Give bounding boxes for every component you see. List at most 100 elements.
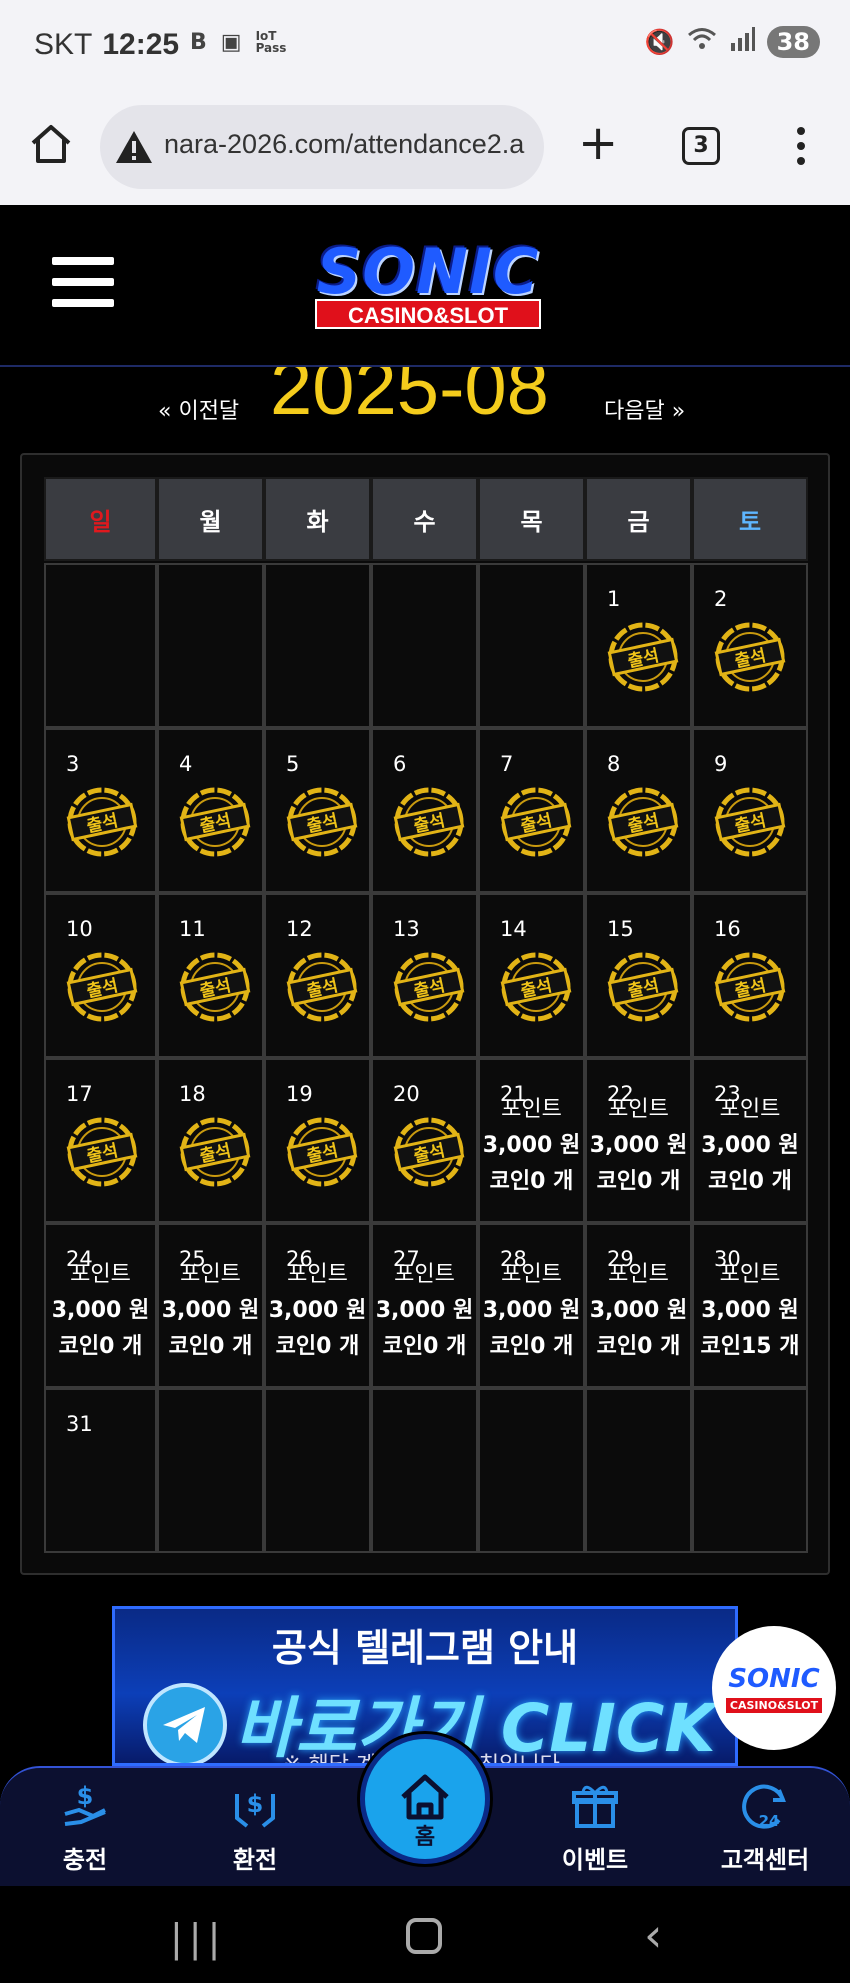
- day-number: 25: [179, 1247, 206, 1271]
- weekday-fri: 금: [585, 477, 692, 561]
- android-home-button[interactable]: [406, 1918, 442, 1954]
- calendar-day-cell[interactable]: 3 출석: [44, 728, 157, 893]
- calendar-empty-cell: [44, 563, 157, 728]
- float-logo-subtitle: CASINO&SLOT: [726, 1698, 822, 1713]
- calendar-empty-cell: [264, 563, 371, 728]
- reward-point-label: 포인트: [501, 1262, 562, 1287]
- nav-event[interactable]: 이벤트: [530, 1780, 660, 1875]
- reward-coin-amount: 코인0 개: [489, 1334, 574, 1359]
- back-button[interactable]: ‹: [644, 1908, 662, 1962]
- wifi-icon: [687, 27, 717, 57]
- nav-event-label: 이벤트: [561, 1846, 629, 1874]
- calendar-day-cell[interactable]: 7 출석: [478, 728, 585, 893]
- nav-withdraw[interactable]: $ 환전: [190, 1780, 320, 1875]
- calendar-day-cell[interactable]: 포인트 3,000 원 코인0 개 26: [264, 1223, 371, 1388]
- reward-point-amount: 3,000 원: [589, 1298, 688, 1323]
- calendar-day-cell[interactable]: 포인트 3,000 원 코인0 개 24: [44, 1223, 157, 1388]
- calendar-day-cell[interactable]: 5 출석: [264, 728, 371, 893]
- status-carrier: SKT 12:25: [34, 28, 179, 62]
- weekday-sun: 일: [44, 477, 157, 561]
- calendar-day-cell[interactable]: 포인트 3,000 원 코인0 개 29: [585, 1223, 692, 1388]
- day-number: 6: [393, 752, 407, 776]
- warning-icon[interactable]: [114, 129, 154, 165]
- banner-title: 공식 텔레그램 안내: [271, 1626, 579, 1670]
- calendar-day-cell[interactable]: 16 출석: [692, 893, 808, 1058]
- reward-point-amount: 3,000 원: [161, 1298, 260, 1323]
- calendar-day-cell[interactable]: 18 출석: [157, 1058, 264, 1223]
- withdraw-icon: $: [235, 1790, 275, 1828]
- calendar-day-cell[interactable]: 12 출석: [264, 893, 371, 1058]
- next-month-link[interactable]: 다음달 »: [604, 393, 685, 425]
- calendar-empty-cell: [585, 1388, 692, 1553]
- new-tab-button[interactable]: +: [578, 119, 618, 167]
- nav-home-button[interactable]: 홈: [360, 1734, 490, 1864]
- attendance-stamp-icon: 출석: [66, 1117, 138, 1187]
- calendar-day-cell[interactable]: 2 출석: [692, 563, 808, 728]
- day-number: 24: [66, 1247, 93, 1271]
- status-bar: SKT 12:25 B ▣ IoT Pass 🔇 38: [0, 0, 850, 95]
- attendance-stamp-icon: 출석: [607, 952, 679, 1022]
- calendar-day-cell[interactable]: 15 출석: [585, 893, 692, 1058]
- calendar-day-cell[interactable]: 11 출석: [157, 893, 264, 1058]
- reward-coin-amount: 코인0 개: [58, 1334, 143, 1359]
- site-logo[interactable]: SONIC CASINO&SLOT: [293, 235, 563, 335]
- day-number: 3: [66, 752, 80, 776]
- day-reward-info: 포인트 3,000 원 코인0 개: [587, 1257, 690, 1365]
- reward-point-amount: 3,000 원: [701, 1298, 799, 1323]
- calendar-day-cell[interactable]: 포인트 3,000 원 코인0 개 22: [585, 1058, 692, 1223]
- calendar-day-cell[interactable]: 10 출석: [44, 893, 157, 1058]
- day-number: 15: [607, 917, 634, 941]
- day-reward-info: 포인트 3,000 원 코인0 개: [159, 1257, 262, 1365]
- browser-home-button[interactable]: [28, 121, 74, 167]
- nav-support[interactable]: 24 고객센터: [700, 1780, 830, 1875]
- status-system-icons: 🔇 38: [645, 26, 820, 58]
- nav-support-label: 고객센터: [720, 1846, 810, 1874]
- calendar-day-cell[interactable]: 31: [44, 1388, 157, 1553]
- calendar-day-cell[interactable]: 9 출석: [692, 728, 808, 893]
- reward-point-amount: 3,000 원: [482, 1133, 581, 1158]
- calendar-day-cell[interactable]: 4 출석: [157, 728, 264, 893]
- calendar-day-cell[interactable]: 포인트 3,000 원 코인15 개 30: [692, 1223, 808, 1388]
- browser-toolbar: nara-2026.com/attendance2.a + 3: [0, 95, 850, 205]
- iot-pass-icon: IoT Pass: [255, 29, 287, 55]
- calendar-day-cell[interactable]: 8 출석: [585, 728, 692, 893]
- calendar-day-cell[interactable]: 6 출석: [371, 728, 478, 893]
- calendar-day-cell[interactable]: 포인트 3,000 원 코인0 개 23: [692, 1058, 808, 1223]
- attendance-stamp-icon: 출석: [286, 1117, 358, 1187]
- day-reward-info: 포인트 3,000 원 코인0 개: [480, 1092, 583, 1200]
- day-reward-info: 포인트 3,000 원 코인0 개: [46, 1257, 155, 1365]
- calendar-day-cell[interactable]: 포인트 3,000 원 코인0 개 28: [478, 1223, 585, 1388]
- svg-text:$: $: [247, 1790, 264, 1818]
- svg-text:24: 24: [759, 1812, 780, 1830]
- calendar-day-cell[interactable]: 20 출석: [371, 1058, 478, 1223]
- reward-point-amount: 3,000 원: [51, 1298, 150, 1323]
- attendance-stamp-icon: 출석: [66, 952, 138, 1022]
- reward-point-label: 포인트: [719, 1262, 781, 1287]
- calendar-day-cell[interactable]: 포인트 3,000 원 코인0 개 25: [157, 1223, 264, 1388]
- hamburger-menu-icon[interactable]: [52, 257, 114, 320]
- calendar-day-cell[interactable]: 14 출석: [478, 893, 585, 1058]
- nav-deposit[interactable]: $ 충전: [20, 1780, 150, 1875]
- reward-point-amount: 3,000 원: [701, 1133, 799, 1158]
- url-text[interactable]: nara-2026.com/attendance2.a: [164, 129, 524, 160]
- day-number: 9: [714, 752, 728, 776]
- calendar-day-cell[interactable]: 19 출석: [264, 1058, 371, 1223]
- reward-point-label: 포인트: [608, 1262, 669, 1287]
- day-number: 29: [607, 1247, 634, 1271]
- reward-coin-amount: 코인0 개: [382, 1334, 467, 1359]
- day-number: 21: [500, 1082, 527, 1106]
- address-bar[interactable]: nara-2026.com/attendance2.a: [100, 105, 544, 189]
- tab-switcher-button[interactable]: 3: [682, 127, 720, 165]
- browser-menu-button[interactable]: [786, 123, 816, 169]
- prev-month-link[interactable]: « 이전달: [158, 393, 239, 425]
- calendar-day-cell[interactable]: 17 출석: [44, 1058, 157, 1223]
- calendar-day-cell[interactable]: 1 출석: [585, 563, 692, 728]
- recents-button[interactable]: |||: [170, 1916, 226, 1960]
- calendar-day-cell[interactable]: 포인트 3,000 원 코인0 개 27: [371, 1223, 478, 1388]
- mute-icon: 🔇: [644, 28, 675, 56]
- reward-coin-amount: 코인0 개: [708, 1169, 792, 1194]
- day-number: 4: [179, 752, 193, 776]
- floating-sonic-logo-button[interactable]: SONIC CASINO&SLOT: [712, 1626, 836, 1750]
- calendar-day-cell[interactable]: 포인트 3,000 원 코인0 개 21: [478, 1058, 585, 1223]
- calendar-day-cell[interactable]: 13 출석: [371, 893, 478, 1058]
